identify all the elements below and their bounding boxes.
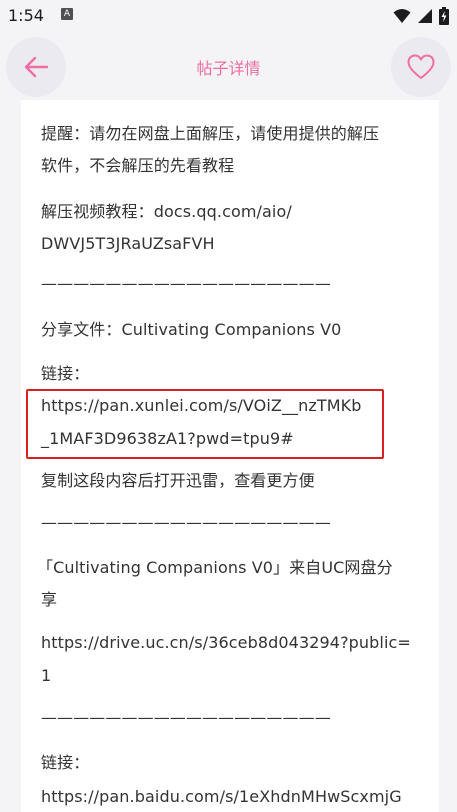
app-header: 帖子详情 — [0, 34, 457, 100]
uc-share-title: 「Cultivating Companions V0」来自UC网盘分 — [37, 558, 393, 577]
uc-link[interactable]: https://drive.uc.cn/s/36ceb8d043294?publ… — [41, 633, 411, 653]
post-content: 提醒：请勿在网盘上面解压，请使用提供的解压 软件，不会解压的先看教程 解压视频教… — [21, 100, 439, 812]
divider-line: —————————————————— — [41, 513, 331, 532]
share-file-title: 分享文件：Cultivating Companions V0 — [41, 320, 342, 339]
divider-line: —————————————————— — [41, 274, 331, 293]
link-label: 链接： — [41, 753, 90, 772]
heart-outline-icon — [407, 54, 435, 79]
page-title: 帖子详情 — [196, 59, 261, 78]
status-time: 1:54 — [8, 6, 44, 25]
uc-share-title-cont: 享 — [41, 590, 58, 609]
status-icons — [393, 6, 449, 26]
battery-icon — [439, 7, 449, 25]
signal-icon — [418, 9, 432, 23]
uc-link-cont[interactable]: 1 — [41, 666, 51, 686]
baidu-link[interactable]: https://pan.baidu.com/s/1eXhdnMHwScxmjG — [41, 787, 402, 807]
wifi-icon — [393, 9, 411, 23]
reminder-text: 提醒：请勿在网盘上面解压，请使用提供的解压 — [41, 124, 380, 143]
status-bar: 1:54 A — [0, 0, 457, 34]
divider-line: —————————————————— — [41, 708, 331, 727]
tutorial-link-text-cont: DWVJ5T3JRaUZsaFVH — [41, 234, 215, 253]
reminder-text-cont: 软件，不会解压的先看教程 — [41, 156, 235, 175]
xunlei-hint: 复制这段内容后打开迅雷，查看更方便 — [41, 471, 315, 490]
tutorial-link-text: 解压视频教程：docs.qq.com/aio/ — [41, 202, 292, 221]
favorite-button[interactable] — [391, 37, 451, 97]
xunlei-link[interactable]: https://pan.xunlei.com/s/VOiZ__nzTMKb — [41, 396, 362, 416]
notification-a-icon: A — [61, 8, 73, 20]
link-label: 链接： — [41, 364, 90, 383]
xunlei-link-cont[interactable]: _1MAF3D9638zA1?pwd=tpu9# — [41, 429, 294, 449]
